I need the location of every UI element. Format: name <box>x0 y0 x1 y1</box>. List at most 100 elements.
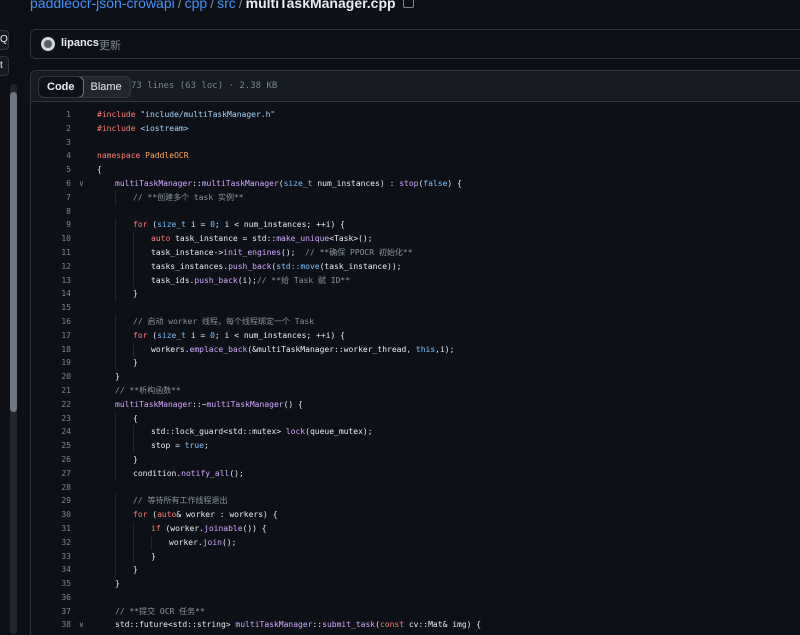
code-line[interactable]: 17 for (size_t i = 0; i < num_instances; … <box>31 328 800 343</box>
line-number[interactable]: 38 <box>31 618 71 632</box>
line-number[interactable]: 21 <box>31 384 71 398</box>
code-line[interactable]: 2 #include <iostream> <box>31 122 800 136</box>
code-line[interactable]: 14} <box>31 287 800 302</box>
code-line[interactable]: 6 ∨ multiTaskManager::multiTaskManager(siz… <box>31 177 800 191</box>
code-token: ( <box>147 330 158 340</box>
code-line[interactable]: 7 // **创建多个 task 实例** <box>31 190 800 205</box>
line-number[interactable]: 11 <box>31 246 71 260</box>
code-line[interactable]: 32 worker.join(); <box>31 535 800 550</box>
line-number[interactable]: 12 <box>31 260 71 274</box>
line-number[interactable]: 7 <box>31 191 71 205</box>
code-line[interactable]: 11 task_instance->init_engines(); // **确保… <box>31 245 800 260</box>
commit-message[interactable]: 更新 <box>99 37 121 53</box>
code-line[interactable]: 5{ <box>31 163 800 177</box>
code-line[interactable]: 31 if (worker.joinable()) { <box>31 521 800 536</box>
code-line[interactable]: 1 #include "include/multiTaskManager.h" <box>31 108 800 122</box>
line-number[interactable]: 16 <box>31 315 71 329</box>
code-tab-button[interactable]: Code <box>38 77 84 97</box>
avatar[interactable] <box>41 37 55 51</box>
code-line[interactable]: 30 for (auto& worker : workers) { <box>31 508 800 522</box>
line-number[interactable]: 13 <box>31 274 71 288</box>
code-line[interactable]: 18 workers.emplace_back(&multiTaskManager… <box>31 342 800 357</box>
code-line[interactable]: 38 ∨ std::future<std::string> multiTaskMan… <box>31 618 800 632</box>
commit-author[interactable]: lipancs <box>61 37 99 49</box>
line-number[interactable]: 36 <box>31 591 71 605</box>
line-number[interactable]: 10 <box>31 232 71 246</box>
code-line[interactable]: 27 condition.notify_all(); <box>31 466 800 481</box>
code-line[interactable]: 16 // 启动 worker 线程，每个线程绑定一个 Task <box>31 314 800 329</box>
code-line[interactable]: 20} <box>31 370 800 384</box>
line-number[interactable]: 5 <box>31 163 71 177</box>
code-line[interactable]: 19} <box>31 356 800 371</box>
code-line[interactable]: 37 // **提交 OCR 任务** <box>31 605 800 619</box>
code-line[interactable]: 34} <box>31 563 800 578</box>
code-line[interactable]: 35} <box>31 577 800 591</box>
sidebar-scrollbar-thumb[interactable] <box>10 92 17 412</box>
copy-icon[interactable] <box>402 0 414 8</box>
code-line[interactable]: 10 auto task_instance = std::make_unique<… <box>31 232 800 246</box>
left-panel-tab-2[interactable]: t <box>0 56 9 76</box>
line-number[interactable]: 15 <box>31 301 71 315</box>
line-number[interactable]: 4 <box>31 149 71 163</box>
line-number[interactable]: 3 <box>31 136 71 150</box>
line-number[interactable]: 23 <box>31 412 71 426</box>
chevron-down-icon[interactable]: ∨ <box>79 618 84 632</box>
line-number[interactable]: 27 <box>31 467 71 481</box>
line-number[interactable]: 6 <box>31 177 71 191</box>
code-token: false <box>423 178 448 188</box>
line-number[interactable]: 14 <box>31 287 71 301</box>
code-line[interactable]: 15 <box>31 301 800 315</box>
left-panel-tab-1[interactable]: Q <box>0 30 9 50</box>
line-number[interactable]: 9 <box>31 218 71 232</box>
line-number[interactable]: 8 <box>31 205 71 219</box>
breadcrumb-dir-cpp-link[interactable]: cpp <box>185 0 208 11</box>
line-number[interactable]: 1 <box>31 108 71 122</box>
indent-guide <box>133 245 134 260</box>
line-number[interactable]: 29 <box>31 494 71 508</box>
code-line[interactable]: 29 // 等待所有工作线程退出 <box>31 494 800 509</box>
line-number[interactable]: 28 <box>31 481 71 495</box>
code-line[interactable]: 8 <box>31 205 800 219</box>
chevron-down-icon[interactable]: ∨ <box>79 177 84 191</box>
code-token: <iostream> <box>140 123 189 133</box>
code-line[interactable]: 13 task_ids.push_back(i);// **给 Task 赋 ID… <box>31 273 800 288</box>
line-number[interactable]: 32 <box>31 536 71 550</box>
breadcrumb-repo-link[interactable]: paddleocr-json-crowapi <box>30 0 175 11</box>
breadcrumb-dir-src-link[interactable]: src <box>217 0 236 11</box>
code-line[interactable]: 22 multiTaskManager::~multiTaskManager() … <box>31 398 800 412</box>
code-line[interactable]: 4 namespace PaddleOCR <box>31 149 800 163</box>
line-number[interactable]: 24 <box>31 425 71 439</box>
line-number[interactable]: 34 <box>31 563 71 577</box>
code-line[interactable]: 36 <box>31 591 800 605</box>
line-number[interactable]: 22 <box>31 398 71 412</box>
code-line[interactable]: 12 tasks_instances.push_back(std::move(ta… <box>31 259 800 274</box>
line-number[interactable]: 26 <box>31 453 71 467</box>
code-line[interactable]: 33} <box>31 549 800 564</box>
code-token: ( <box>147 220 158 230</box>
code-line[interactable]: 28 <box>31 481 800 495</box>
line-number[interactable]: 20 <box>31 370 71 384</box>
line-number[interactable]: 31 <box>31 522 71 536</box>
indent-guide <box>115 328 116 343</box>
code-token: init_engines <box>223 247 282 257</box>
line-number[interactable]: 30 <box>31 508 71 522</box>
line-number[interactable]: 37 <box>31 605 71 619</box>
code-token: multiTaskManager <box>201 178 279 188</box>
code-token: lock <box>285 427 306 437</box>
blame-tab-button[interactable]: Blame <box>83 77 130 97</box>
line-number[interactable]: 19 <box>31 356 71 370</box>
code-viewer-panel: Code Blame 73 lines (63 loc) · 2.38 KB 1… <box>30 70 800 635</box>
line-number[interactable]: 33 <box>31 550 71 564</box>
code-line[interactable]: 25 stop = true; <box>31 439 800 453</box>
code-line[interactable]: 9 for (size_t i = 0; i < num_instances; +… <box>31 218 800 233</box>
code-line[interactable]: 24 std::lock_guard<std::mutex> lock(queue… <box>31 425 800 440</box>
line-number[interactable]: 2 <box>31 122 71 136</box>
line-number[interactable]: 25 <box>31 439 71 453</box>
code-line[interactable]: 21 // **析构函数** <box>31 384 800 398</box>
line-number[interactable]: 17 <box>31 329 71 343</box>
line-number[interactable]: 18 <box>31 343 71 357</box>
code-line[interactable]: 23 { <box>31 411 800 426</box>
code-line[interactable]: 26} <box>31 452 800 467</box>
line-number[interactable]: 35 <box>31 577 71 591</box>
code-line[interactable]: 3 <box>31 136 800 150</box>
